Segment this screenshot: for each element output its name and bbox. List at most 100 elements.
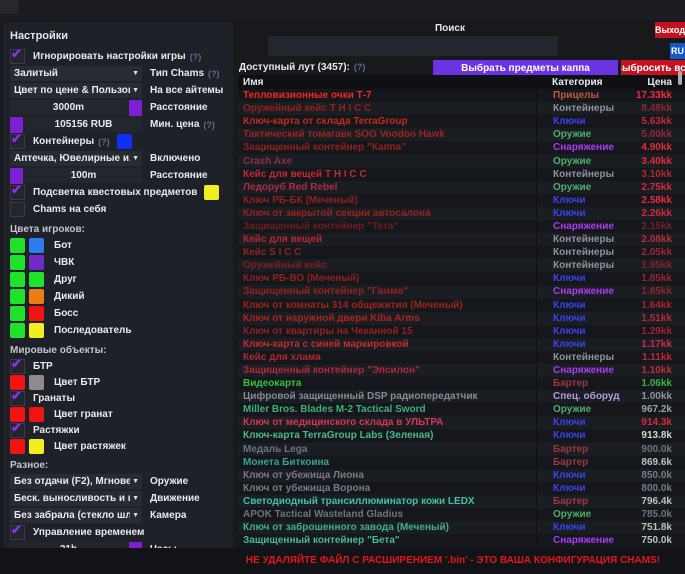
player-color-swatch-1[interactable] [10, 323, 25, 338]
containers-checkbox[interactable]: ✔ [10, 134, 25, 149]
ignore-game-settings-label: Игнорировать настройки игры [33, 51, 186, 62]
loot-row[interactable]: Ключ-карта от склада TerraGroupКлючи5.63… [238, 115, 685, 128]
select-kappa-items-button[interactable]: Выбрать предметы каппа [433, 60, 618, 76]
item-name: Ключ-карта от склада TerraGroup [238, 116, 536, 127]
loot-row[interactable]: Ключ от квартиры на Чеканной 15Ключи1.29… [238, 325, 685, 338]
loot-row[interactable]: Кейс для вещейКонтейнеры2.08kk [238, 233, 685, 246]
item-price: 3.40kk [620, 156, 685, 167]
item-price: 2.75kk [620, 182, 685, 193]
item-price: 967.2k [620, 404, 685, 415]
language-button[interactable]: RU [670, 43, 685, 59]
time-control-label: Управление временем [33, 527, 144, 538]
loot-row[interactable]: Цифровой защищенный DSP радиопередатчикС… [238, 390, 685, 403]
player-color-swatch-2[interactable] [29, 306, 44, 321]
loot-row[interactable]: Ключ от наружной двери Kiba ArmsКлючи1.5… [238, 312, 685, 325]
chams-self-checkbox[interactable]: ✔ [10, 202, 25, 217]
loot-row[interactable]: Защищенный контейнер "Каппа"Снаряжение4.… [238, 141, 685, 154]
help-hint[interactable]: (?) [203, 120, 215, 130]
player-color-swatch-1[interactable] [10, 238, 25, 253]
search-input[interactable] [268, 36, 558, 56]
camera-dropdown[interactable]: Без забрала (стекло шлема) ▼ [10, 508, 142, 523]
loot-row[interactable]: Ледоруб Red RebelОружие2.75kk [238, 181, 685, 194]
loot-row[interactable]: Светодиодный трансиллюминатор кожи LEDXБ… [238, 495, 685, 508]
player-color-swatch-1[interactable] [10, 255, 25, 270]
loot-row[interactable]: Ключ от закрытой секции автосалонаКлючи2… [238, 207, 685, 220]
color-mode-dropdown[interactable]: Цвет по цене & Пользователь ▼ [10, 83, 142, 98]
loot-row[interactable]: Оружейный кейс T H I C CКонтейнеры8.48kk [238, 102, 685, 115]
containers-filter-dropdown[interactable]: Аптечка, Ювелирные и... ▼ [10, 151, 142, 166]
loot-row[interactable]: Кейс S I C CКонтейнеры2.05kk [238, 246, 685, 259]
containers-distance-slider[interactable]: 100m [10, 168, 142, 184]
quest-highlight-checkbox[interactable]: ✔ [10, 185, 25, 200]
loot-row[interactable]: Ключ от убежища ЛионаКлючи850.0k [238, 469, 685, 482]
item-name: Оружейный кейс [238, 260, 536, 271]
loot-row[interactable]: Оружейный кейсКонтейнеры1.95kk [238, 259, 685, 272]
loot-row[interactable]: Защищенный контейнер "Эпсилон"Снаряжение… [238, 364, 685, 377]
loot-row[interactable]: Ключ от убежища ВоронаКлючи800.0k [238, 482, 685, 495]
column-header-price[interactable]: Цена [620, 77, 685, 88]
loot-row[interactable]: Защищенный контейнер "Гамма"Снаряжение1.… [238, 285, 685, 298]
player-color-swatch-2[interactable] [29, 272, 44, 287]
btr-color-swatch-2[interactable] [29, 375, 44, 390]
player-color-swatch-2[interactable] [29, 238, 44, 253]
loot-row[interactable]: Ключ РБ-ВО (Меченый)Ключи1.85kk [238, 272, 685, 285]
grenade-color-swatch-2[interactable] [29, 407, 44, 422]
grenades-checkbox[interactable]: ✔ [10, 391, 25, 406]
loot-row[interactable]: Кейс для хламаКонтейнеры1.11kk [238, 351, 685, 364]
movement-dropdown[interactable]: Беск. выносливость и нет уста ▼ [10, 491, 142, 506]
loot-row[interactable]: Ключ от заброшенного завода (Меченый)Клю… [238, 521, 685, 534]
help-hint[interactable]: (?) [190, 52, 202, 62]
loot-row[interactable]: Тепловизионные очки Т-7Прицелы17.33kk [238, 89, 685, 102]
loot-row[interactable]: Crash AxeОружие3.40kk [238, 154, 685, 167]
containers-color-swatch[interactable] [117, 134, 132, 149]
column-header-name[interactable]: Имя [238, 77, 536, 88]
slider-thumb[interactable] [129, 100, 142, 116]
tripwire-color-swatch-2[interactable] [29, 439, 44, 454]
loot-row[interactable]: Монета БиткоинаБартер869.6k [238, 456, 685, 469]
ignore-game-settings-checkbox[interactable]: ✔ [10, 49, 25, 64]
help-hint[interactable]: (?) [98, 137, 110, 147]
loot-row[interactable]: Защищенный контейнер "Бета"Снаряжение750… [238, 534, 685, 547]
exit-button[interactable]: Выход [655, 22, 685, 38]
tripwires-checkbox[interactable]: ✔ [10, 423, 25, 438]
loot-row[interactable]: Защищенный контейнер "Тета"Снаряжение2.1… [238, 220, 685, 233]
player-color-swatch-1[interactable] [10, 306, 25, 321]
loot-row[interactable]: Медаль LegaБартер900.0k [238, 443, 685, 456]
column-header-category[interactable]: Категория [536, 77, 620, 88]
item-category: Ключи [536, 195, 620, 206]
chams-self-label: Chams на себя [33, 204, 106, 215]
quest-color-swatch[interactable] [204, 185, 219, 200]
loot-row[interactable]: Кейс для вещей T H I C CКонтейнеры3.10kk [238, 168, 685, 181]
loot-row[interactable]: Ключ-карта TerraGroup Labs (Зеленая)Ключ… [238, 429, 685, 442]
help-hint[interactable]: (?) [208, 69, 220, 79]
player-color-swatch-2[interactable] [29, 323, 44, 338]
item-price: 1.85kk [620, 286, 685, 297]
loot-row[interactable]: ВидеокартаБартер1.06kk [238, 377, 685, 390]
player-color-swatch-1[interactable] [10, 289, 25, 304]
player-color-swatch-2[interactable] [29, 289, 44, 304]
item-category: Оружие [536, 156, 620, 167]
tripwire-color-swatch-1[interactable] [10, 439, 25, 454]
loot-table-body: Тепловизионные очки Т-7Прицелы17.33kkОру… [238, 89, 685, 547]
distance-slider[interactable]: 3000m [10, 100, 142, 116]
player-color-row: Друг [3, 271, 233, 288]
player-color-swatch-1[interactable] [10, 272, 25, 287]
weapon-dropdown[interactable]: Без отдачи (F2), Мгновенное п ▼ [10, 474, 142, 489]
min-price-slider[interactable]: 105156 RUB [10, 117, 142, 133]
loot-row[interactable]: Ключ от комнаты 314 общежития (Меченый)К… [238, 299, 685, 312]
time-control-checkbox[interactable]: ✔ [10, 525, 25, 540]
player-color-swatch-2[interactable] [29, 255, 44, 270]
table-scrollbar-thumb[interactable] [678, 71, 682, 85]
loot-row[interactable]: Miller Bros. Blades M-2 Tactical SwordОр… [238, 403, 685, 416]
item-category: Снаряжение [536, 142, 620, 153]
chams-type-dropdown[interactable]: Залитый ▼ [10, 66, 142, 81]
loot-row[interactable]: Ключ РБ-БК (Меченый)Ключи2.58kk [238, 194, 685, 207]
loot-row[interactable]: Ключ-карта с синей маркировкойКлючи1.17k… [238, 338, 685, 351]
item-name: Ключ от убежища Лиона [238, 470, 536, 481]
drop-all-button[interactable]: Выбросить все [621, 60, 685, 76]
help-hint[interactable]: (?) [354, 62, 366, 73]
loot-row[interactable]: Ключ от медицинского склада в УЛЬТРАКлюч… [238, 416, 685, 429]
loot-row[interactable]: APOK Tactical Wasteland GladiusОружие785… [238, 508, 685, 521]
btr-checkbox[interactable]: ✔ [10, 359, 25, 374]
loot-row[interactable]: Тактический томагавк SOG Voodoo HawkОруж… [238, 128, 685, 141]
